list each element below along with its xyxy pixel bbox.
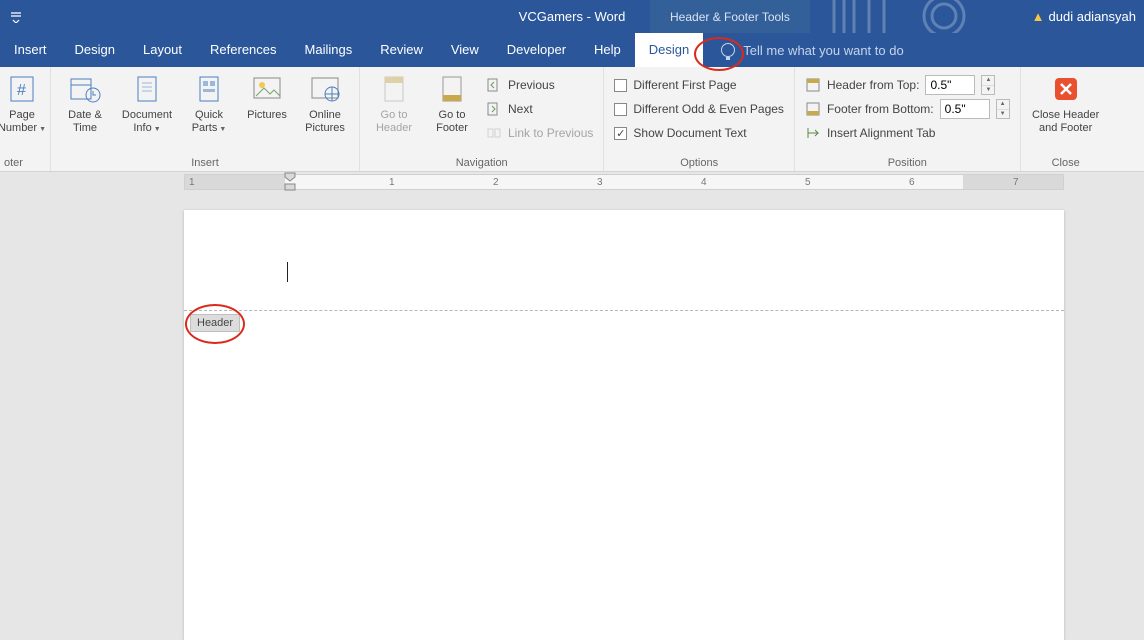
- quick-parts-button[interactable]: Quick Parts▼: [181, 71, 237, 138]
- text-cursor: [287, 262, 288, 282]
- tab-help[interactable]: Help: [580, 33, 635, 67]
- next-button[interactable]: Next: [482, 97, 597, 121]
- group-label-left-cut: oter: [0, 157, 44, 171]
- document-info-icon: [131, 73, 163, 105]
- horizontal-ruler[interactable]: 1 1 2 3 4 5 6 7: [184, 174, 1064, 190]
- different-first-page-check[interactable]: Different First Page: [610, 73, 788, 97]
- footer-bottom-icon: [805, 101, 821, 117]
- tab-design[interactable]: Design: [61, 33, 129, 67]
- group-insert: Date & Time Document Info▼ Quick Parts▼ …: [51, 67, 360, 171]
- user-name: dudi adiansyah: [1049, 9, 1136, 24]
- page-number-button[interactable]: # Page Number▼: [0, 71, 44, 138]
- indent-marker[interactable]: [284, 172, 294, 192]
- document-page[interactable]: Header: [184, 210, 1064, 640]
- online-pictures-icon: [309, 73, 341, 105]
- header-from-top: Header from Top: ▲▼: [801, 73, 1014, 97]
- tell-me-search[interactable]: Tell me what you want to do: [703, 33, 1144, 67]
- pictures-icon: [251, 73, 283, 105]
- previous-icon: [486, 77, 502, 93]
- close-icon: [1050, 73, 1082, 105]
- ruler-area: 1 1 2 3 4 5 6 7: [0, 172, 1144, 194]
- online-pictures-button[interactable]: Online Pictures: [297, 71, 353, 138]
- window-title: VCGamers - Word: [519, 9, 626, 24]
- group-options: Different First Page Different Odd & Eve…: [604, 67, 795, 171]
- ribbon-tabs: Insert Design Layout References Mailings…: [0, 33, 1144, 67]
- warning-icon: ▲: [1032, 9, 1045, 24]
- link-icon: [486, 125, 502, 141]
- group-label-insert: Insert: [57, 157, 353, 171]
- footer-from-bottom: Footer from Bottom: ▲▼: [801, 97, 1014, 121]
- close-header-footer-button[interactable]: Close Header and Footer: [1027, 71, 1105, 137]
- tab-layout[interactable]: Layout: [129, 33, 196, 67]
- goto-footer-icon: [436, 73, 468, 105]
- calendar-clock-icon: [69, 73, 101, 105]
- tab-hf-design[interactable]: Design: [635, 33, 703, 67]
- group-navigation: Go to Header Go to Footer Previous Next …: [360, 67, 604, 171]
- goto-footer-button[interactable]: Go to Footer: [424, 71, 480, 145]
- date-time-button[interactable]: Date & Time: [57, 71, 113, 138]
- group-label-close: Close: [1027, 157, 1105, 171]
- goto-header-button[interactable]: Go to Header: [366, 71, 422, 145]
- alignment-tab-icon: [805, 125, 821, 141]
- tab-review[interactable]: Review: [366, 33, 437, 67]
- checkbox-icon: [614, 79, 627, 92]
- title-bar: VCGamers - Word Header & Footer Tools ▲ …: [0, 0, 1144, 33]
- account-button[interactable]: ▲ dudi adiansyah: [1032, 9, 1136, 24]
- insert-alignment-tab-button[interactable]: Insert Alignment Tab: [801, 121, 1014, 145]
- group-label-options: Options: [610, 157, 788, 171]
- spinner[interactable]: ▲▼: [981, 75, 995, 95]
- group-label-position: Position: [801, 157, 1014, 171]
- lightbulb-icon: [721, 43, 735, 57]
- checkbox-checked-icon: ✓: [614, 127, 627, 140]
- header-top-input[interactable]: [925, 75, 975, 95]
- title-decor: [824, 0, 1024, 33]
- tell-me-placeholder: Tell me what you want to do: [743, 43, 903, 58]
- header-boundary: [184, 310, 1064, 311]
- next-icon: [486, 101, 502, 117]
- qat-customize-icon[interactable]: [4, 5, 28, 29]
- svg-text:#: #: [17, 82, 26, 99]
- group-close: Close Header and Footer Close: [1021, 67, 1111, 171]
- header-label-tag: Header: [190, 314, 240, 332]
- checkbox-icon: [614, 103, 627, 116]
- hash-icon: #: [6, 73, 38, 105]
- link-previous-button[interactable]: Link to Previous: [482, 121, 597, 145]
- different-odd-even-check[interactable]: Different Odd & Even Pages: [610, 97, 788, 121]
- tab-developer[interactable]: Developer: [493, 33, 580, 67]
- ruler-margin-left: [185, 175, 285, 189]
- header-top-icon: [805, 77, 821, 93]
- goto-header-icon: [378, 73, 410, 105]
- spinner[interactable]: ▲▼: [996, 99, 1010, 119]
- document-info-button[interactable]: Document Info▼: [115, 71, 179, 138]
- ribbon: # Page Number▼ oter Date & Time Document…: [0, 67, 1144, 172]
- group-header-footer-partial: # Page Number▼ oter: [0, 67, 51, 171]
- group-label-navigation: Navigation: [366, 157, 597, 171]
- pictures-button[interactable]: Pictures: [239, 71, 295, 138]
- contextual-tab-label: Header & Footer Tools: [650, 0, 810, 33]
- previous-button[interactable]: Previous: [482, 73, 597, 97]
- show-document-text-check[interactable]: ✓ Show Document Text: [610, 121, 788, 145]
- quick-parts-icon: [193, 73, 225, 105]
- tab-mailings[interactable]: Mailings: [291, 33, 367, 67]
- tab-view[interactable]: View: [437, 33, 493, 67]
- tab-insert[interactable]: Insert: [0, 33, 61, 67]
- group-position: Header from Top: ▲▼ Footer from Bottom: …: [795, 67, 1021, 171]
- tab-references[interactable]: References: [196, 33, 290, 67]
- footer-bottom-input[interactable]: [940, 99, 990, 119]
